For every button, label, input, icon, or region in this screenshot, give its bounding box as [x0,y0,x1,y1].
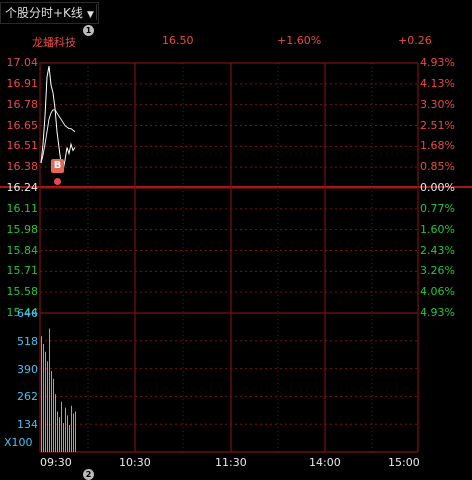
time-tick-label: 14:00 [309,456,341,469]
price-tick-label: 17.04 [6,56,39,69]
price-tick-label: 15.98 [6,222,39,236]
price-tick-label: 16.11 [6,201,39,215]
time-tick-label: 10:30 [119,456,151,469]
price-tick-label: 15.58 [6,285,39,299]
volume-bar [69,425,70,452]
volume-bar [49,328,50,452]
percent-tick-label: 4.93% [420,56,455,69]
price-tick-label: 16.91 [6,76,39,90]
time-tick-label: 15:00 [388,456,420,469]
volume-unit-label: X100 [4,436,33,449]
volume-bar [63,423,64,452]
volume-tick-label: 262 [17,390,38,404]
buy-signal-marker[interactable]: B [51,159,64,173]
percent-tick-label: 0.85% [420,160,455,174]
percent-tick-label: 0.00% [420,181,455,194]
time-tick-label: 09:30 [40,456,72,469]
percent-tick-label: 3.30% [420,97,455,111]
price-tick-label: 16.38 [6,160,39,174]
volume-bar [61,401,62,452]
price-tick-label: 15.84 [6,243,39,257]
volume-tick-label: 134 [17,418,38,432]
percent-tick-label: 2.51% [420,118,455,132]
volume-bar [67,415,68,452]
volume-tick-label: 646 [17,307,38,320]
time-tick-label: 11:30 [215,456,247,469]
volume-bar [65,407,66,452]
price-tick-label: 16.65 [6,118,39,132]
volume-bar [47,361,48,452]
price-tick-label: 16.78 [6,97,39,111]
volume-bar [55,394,56,452]
price-tick-label: 16.24 [6,181,39,194]
volume-bar [75,411,76,452]
volume-bar [51,371,52,452]
percent-tick-label: 4.06% [420,285,455,299]
volume-tick-label: 518 [17,334,38,348]
volume-bar [57,411,58,452]
percent-tick-label: 2.43% [420,243,455,257]
volume-bar [73,413,74,452]
volume-bar [59,417,60,452]
chart-grid [0,62,472,453]
percent-tick-label: 3.26% [420,264,455,278]
volume-bars [41,328,76,452]
volume-bar [71,405,72,452]
volume-bar [45,351,46,452]
volume-bar [43,344,44,452]
intraday-chart[interactable] [0,0,472,476]
volume-tick-label: 390 [17,362,38,376]
percent-tick-label: 4.93% [420,306,455,319]
price-line [40,66,76,171]
price-tick-label: 16.51 [6,139,39,153]
price-tick-label: 15.71 [6,264,39,278]
buy-signal-dot [54,178,61,185]
percent-tick-label: 1.68% [420,139,455,153]
percent-tick-label: 4.13% [420,76,455,90]
percent-tick-label: 1.60% [420,222,455,236]
volume-bar [53,378,54,452]
bottom-badge: 2 [83,469,94,480]
percent-tick-label: 0.77% [420,201,455,215]
volume-bar [41,336,42,452]
